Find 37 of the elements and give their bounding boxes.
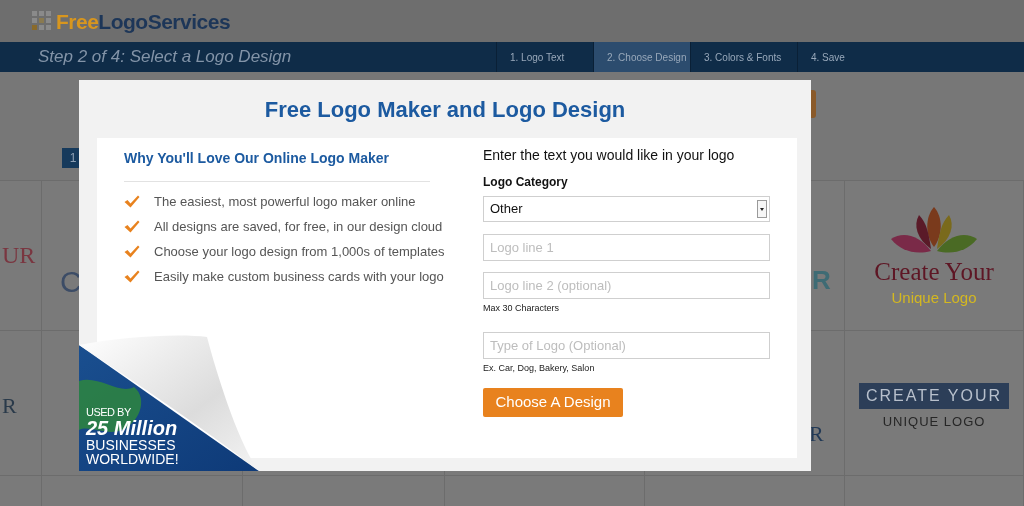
logo-text-fragment: R	[809, 420, 824, 448]
section-heading: Why You'll Love Our Online Logo Maker	[124, 149, 390, 168]
benefit-text: Easily make custom business cards with your logo	[154, 267, 444, 286]
logo-grid-icon	[32, 11, 52, 31]
text-input-field[interactable]: Logo line 1	[483, 234, 770, 261]
step-tab[interactable]: 2. Choose Design	[593, 42, 690, 72]
category-select[interactable]: Other	[483, 196, 770, 222]
logo-subtitle-text: UNIQUE LOGO	[882, 413, 986, 431]
benefit-text: Choose your logo design from 1,000s of templates	[154, 242, 445, 261]
logo-text-fragment: UR	[2, 241, 36, 270]
check-icon	[124, 245, 140, 258]
step-title: Step 2 of 4: Select a Logo Design	[37, 46, 293, 69]
check-icon	[124, 195, 140, 208]
logo-text-fragment: R	[812, 264, 831, 297]
text-input-field[interactable]: Type of Logo (Optional)	[483, 331, 770, 359]
benefit-text: All designs are saved, for free, in our design cloud	[154, 217, 443, 236]
badge-text: BUSINESSES	[86, 438, 177, 452]
field-hint: Max 30 Characters	[483, 302, 561, 315]
field-hint: Ex. Car, Dog, Bakery, Salon	[483, 361, 596, 375]
step-tab[interactable]: 3. Colors & Fonts	[690, 42, 797, 72]
text-input-field[interactable]: Logo line 2 (optional)	[483, 272, 770, 299]
logo-text-fragment: R	[2, 392, 17, 420]
action-button-edge[interactable]	[811, 90, 816, 118]
modal-title: Free Logo Maker and Logo Design	[263, 95, 627, 124]
badge-text: WORLDWIDE!	[86, 452, 179, 466]
field-label: Logo Category	[483, 174, 569, 191]
logo-text-fragment: C	[60, 264, 82, 300]
badge-text: 25 Million	[86, 418, 179, 438]
benefit-text: The easiest, most powerful logo maker online	[154, 192, 416, 211]
badge-text: USED BY	[86, 407, 132, 418]
check-icon	[124, 270, 140, 283]
form-intro-text: Enter the text you would like in your logo	[483, 146, 736, 165]
logo-title-text: Create Your	[874, 257, 994, 287]
check-icon	[124, 220, 140, 233]
step-tab[interactable]: 4. Save	[797, 42, 877, 72]
logo-subtitle-text: Unique Logo	[891, 288, 977, 308]
ribbon-banner: CREATE YOUR	[859, 383, 1009, 409]
